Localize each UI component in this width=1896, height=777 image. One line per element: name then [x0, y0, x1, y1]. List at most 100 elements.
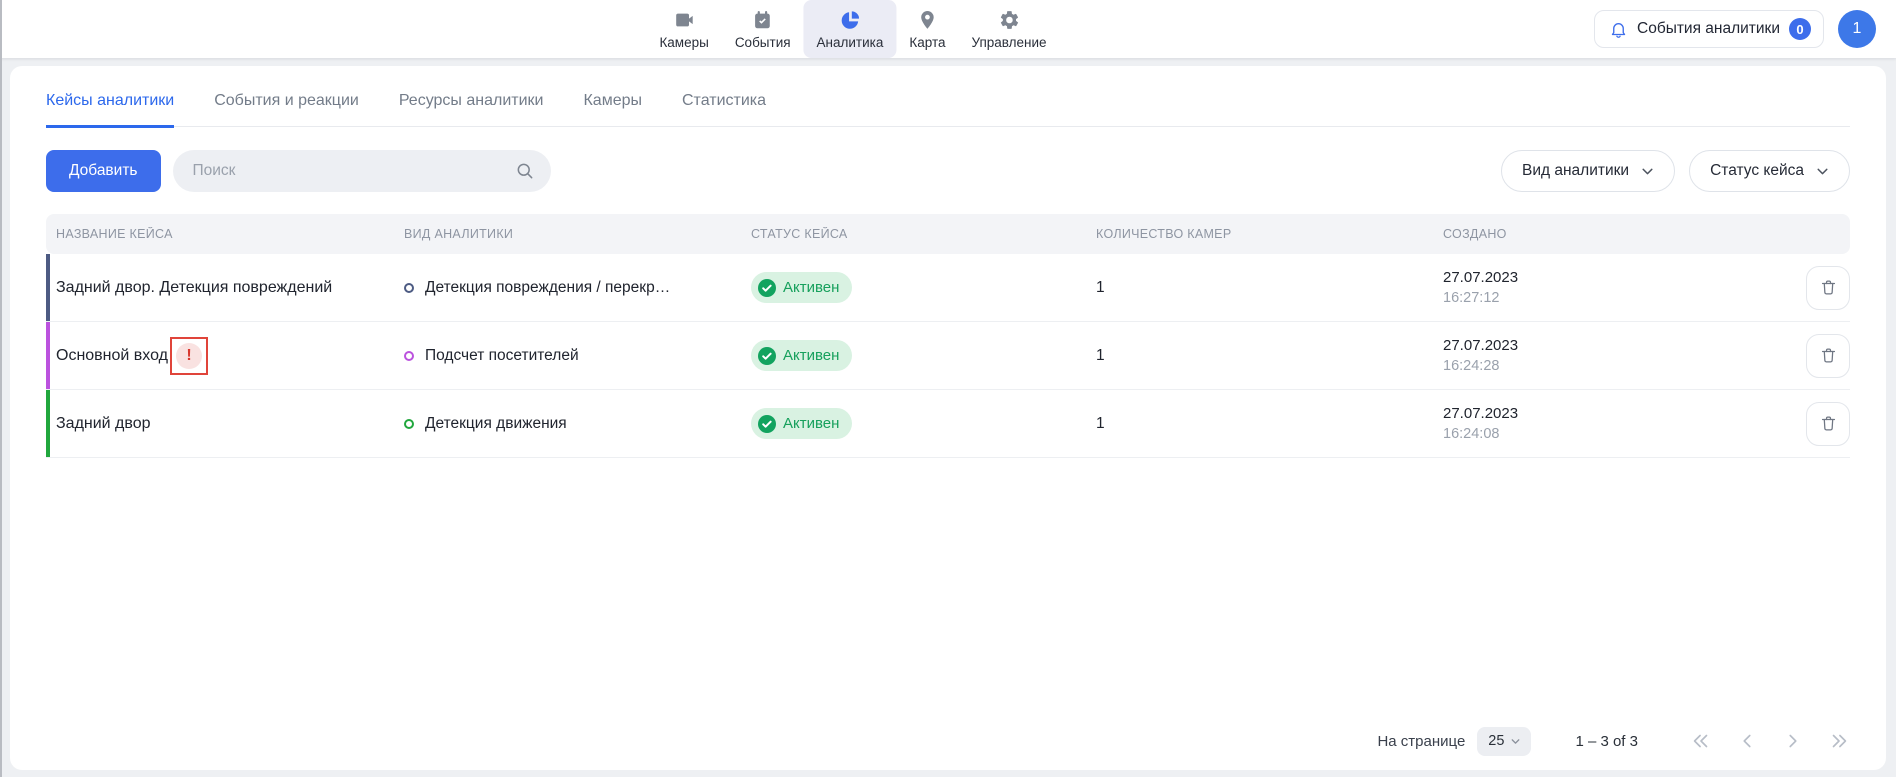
created-time: 16:24:08 — [1443, 424, 1780, 444]
created-time: 16:24:28 — [1443, 356, 1780, 376]
row-actions-cell — [1780, 402, 1850, 446]
column-header-type: ВИД АНАЛИТИКИ — [394, 227, 741, 241]
table-row[interactable]: Основной вход ! Подсчет посетителей Акти… — [46, 322, 1850, 390]
search-box[interactable] — [173, 150, 551, 192]
nav-item-map[interactable]: Карта — [896, 0, 958, 58]
row-actions-cell — [1780, 266, 1850, 310]
pie-chart-icon — [838, 8, 862, 32]
status-badge: Активен — [751, 408, 852, 439]
table-row[interactable]: Задний двор. Детекция повреждений Детекц… — [46, 254, 1850, 322]
case-name: Задний двор — [56, 415, 151, 433]
last-page-button[interactable] — [1828, 730, 1850, 752]
analytics-type-filter-label: Вид аналитики — [1522, 162, 1629, 180]
case-name: Задний двор. Детекция повреждений — [56, 279, 332, 297]
trash-icon — [1819, 414, 1838, 433]
chevron-right-icon — [1782, 730, 1804, 752]
next-page-button[interactable] — [1782, 730, 1804, 752]
nav-item-management[interactable]: Управление — [959, 0, 1060, 58]
case-status-cell: Активен — [741, 340, 1086, 371]
table-row[interactable]: Задний двор Детекция движения Активен 1 … — [46, 390, 1850, 458]
nav-item-analytics[interactable]: Аналитика — [804, 0, 897, 58]
check-circle-icon — [758, 347, 776, 365]
nav-item-label: Управление — [972, 35, 1047, 50]
content-panel: Кейсы аналитики События и реакции Ресурс… — [10, 66, 1886, 770]
cases-table: НАЗВАНИЕ КЕЙСА ВИД АНАЛИТИКИ СТАТУС КЕЙС… — [46, 214, 1850, 458]
analytics-type-dot-icon — [404, 351, 414, 361]
top-bar: Камеры События Аналитика Карта Управлени — [0, 0, 1896, 58]
case-name-cell: Задний двор. Детекция повреждений — [46, 279, 394, 297]
row-accent-bar — [46, 322, 50, 389]
tab-analytics-cases[interactable]: Кейсы аналитики — [46, 92, 174, 128]
analytics-type-cell: Детекция повреждения / перекр… — [394, 279, 741, 297]
bell-icon — [1609, 20, 1628, 39]
check-circle-icon — [758, 415, 776, 433]
nav-item-label: Карта — [909, 35, 945, 50]
case-name-cell: Основной вход ! — [46, 337, 394, 375]
pagination-bar: На странице 25 1 – 3 of 3 — [1377, 723, 1850, 759]
previous-page-button[interactable] — [1736, 730, 1758, 752]
per-page-select[interactable]: 25 — [1477, 727, 1531, 756]
per-page-value: 25 — [1488, 733, 1504, 749]
add-button[interactable]: Добавить — [46, 150, 161, 192]
created-cell: 27.07.2023 16:24:28 — [1433, 335, 1780, 376]
created-date: 27.07.2023 — [1443, 335, 1780, 356]
user-avatar[interactable]: 1 — [1838, 10, 1876, 48]
tab-bar: Кейсы аналитики События и реакции Ресурс… — [46, 66, 1850, 127]
error-indicator: ! — [170, 337, 208, 375]
nav-item-events[interactable]: События — [722, 0, 804, 58]
column-header-created: СОЗДАНО — [1433, 227, 1780, 241]
created-date: 27.07.2023 — [1443, 403, 1780, 424]
events-count-badge: 0 — [1789, 18, 1811, 40]
column-header-name: НАЗВАНИЕ КЕЙСА — [46, 227, 394, 241]
case-status-filter[interactable]: Статус кейса — [1689, 150, 1850, 192]
analytics-type-cell: Детекция движения — [394, 415, 741, 433]
chevron-down-icon — [1814, 163, 1831, 180]
nav-item-label: Камеры — [659, 35, 708, 50]
check-circle-icon — [758, 279, 776, 297]
tab-analytics-resources[interactable]: Ресурсы аналитики — [399, 92, 544, 128]
search-icon[interactable] — [515, 161, 535, 181]
row-accent-bar — [46, 390, 50, 457]
chevron-left-icon — [1736, 730, 1758, 752]
search-input[interactable] — [193, 162, 515, 180]
row-accent-bar — [46, 254, 50, 321]
status-badge: Активен — [751, 272, 852, 303]
analytics-type-filter[interactable]: Вид аналитики — [1501, 150, 1675, 192]
camera-count-cell: 1 — [1086, 279, 1433, 297]
tab-statistics[interactable]: Статистика — [682, 92, 766, 128]
double-chevron-right-icon — [1828, 730, 1850, 752]
created-time: 16:27:12 — [1443, 288, 1780, 308]
main-navigation: Камеры События Аналитика Карта Управлени — [646, 0, 1059, 58]
table-header: НАЗВАНИЕ КЕЙСА ВИД АНАЛИТИКИ СТАТУС КЕЙС… — [46, 214, 1850, 254]
case-name-cell: Задний двор — [46, 415, 394, 433]
status-badge: Активен — [751, 340, 852, 371]
first-page-button[interactable] — [1690, 730, 1712, 752]
analytics-type-dot-icon — [404, 419, 414, 429]
column-header-status: СТАТУС КЕЙСА — [741, 227, 1086, 241]
analytics-events-button[interactable]: События аналитики 0 — [1594, 10, 1824, 48]
nav-item-label: События — [735, 35, 791, 50]
camera-count-cell: 1 — [1086, 415, 1433, 433]
status-label: Активен — [783, 347, 839, 364]
top-bar-right: События аналитики 0 1 — [1594, 10, 1876, 48]
row-actions-cell — [1780, 334, 1850, 378]
chevron-down-icon — [1509, 735, 1522, 748]
delete-button[interactable] — [1806, 402, 1850, 446]
trash-icon — [1819, 278, 1838, 297]
double-chevron-left-icon — [1690, 730, 1712, 752]
pagination-controls — [1690, 730, 1850, 752]
case-status-cell: Активен — [741, 408, 1086, 439]
tab-events-reactions[interactable]: События и реакции — [214, 92, 359, 128]
tab-cameras[interactable]: Камеры — [583, 92, 642, 128]
trash-icon — [1819, 346, 1838, 365]
video-camera-icon — [672, 8, 696, 32]
nav-item-cameras[interactable]: Камеры — [646, 0, 721, 58]
analytics-type-dot-icon — [404, 283, 414, 293]
per-page-label: На странице — [1377, 733, 1465, 750]
delete-button[interactable] — [1806, 334, 1850, 378]
page-range: 1 – 3 of 3 — [1575, 733, 1638, 750]
delete-button[interactable] — [1806, 266, 1850, 310]
created-date: 27.07.2023 — [1443, 267, 1780, 288]
map-pin-icon — [915, 8, 939, 32]
toolbar: Добавить Вид аналитики Статус кейса — [46, 150, 1850, 192]
